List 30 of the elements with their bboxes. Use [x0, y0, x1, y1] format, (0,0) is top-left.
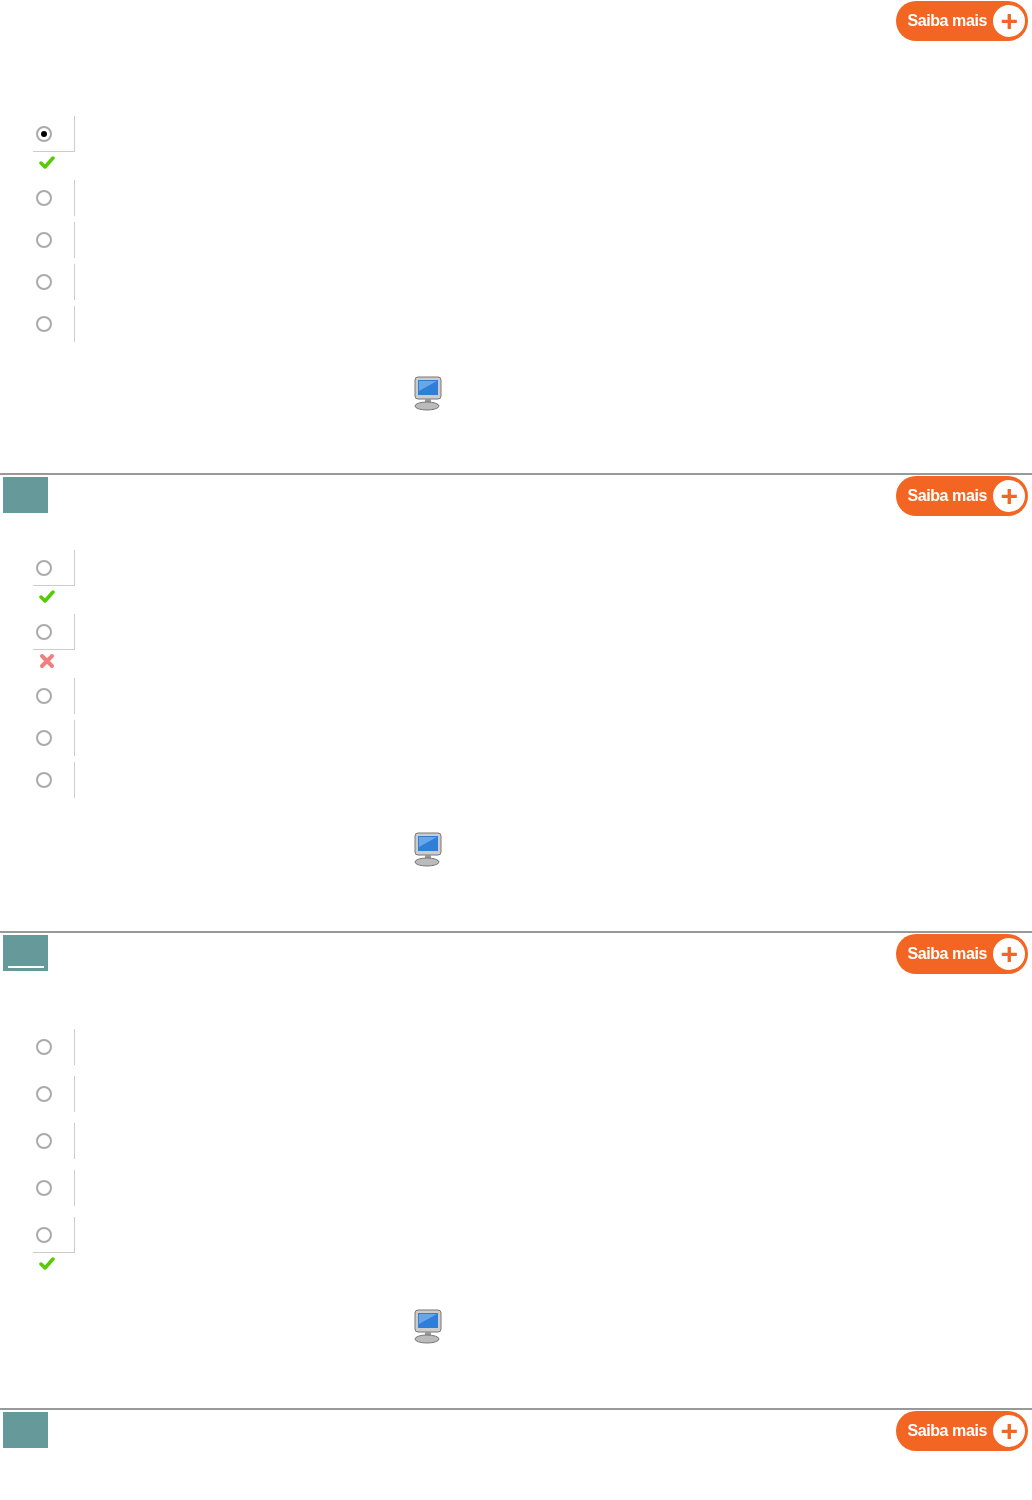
check-icon: [39, 589, 55, 605]
radio-button[interactable]: [36, 559, 52, 576]
plus-icon: +: [993, 1415, 1025, 1447]
radio-button[interactable]: [36, 1039, 52, 1055]
radio-button[interactable]: [36, 232, 52, 248]
radio-button[interactable]: [36, 1226, 52, 1243]
radio-button[interactable]: [36, 1180, 52, 1196]
radio-button[interactable]: [36, 1086, 52, 1102]
plus-icon: +: [993, 480, 1025, 512]
check-icon: [39, 1256, 55, 1272]
section-marker: [3, 477, 48, 513]
radio-button[interactable]: [36, 772, 52, 788]
section-marker: [3, 1412, 48, 1448]
saiba-mais-button[interactable]: Saiba mais +: [896, 476, 1028, 516]
saiba-mais-button[interactable]: Saiba mais +: [896, 1, 1028, 41]
check-icon: [39, 155, 55, 171]
saiba-mais-button[interactable]: Saiba mais +: [896, 1411, 1028, 1451]
section-marker: [3, 935, 48, 971]
radio-button[interactable]: [36, 1133, 52, 1149]
plus-icon: +: [993, 5, 1025, 37]
radio-button[interactable]: [36, 125, 52, 142]
cross-icon: [39, 653, 55, 669]
radio-button[interactable]: [36, 688, 52, 704]
saiba-mais-button[interactable]: Saiba mais +: [896, 934, 1028, 974]
plus-icon: +: [993, 938, 1025, 970]
radio-button[interactable]: [36, 730, 52, 746]
radio-button[interactable]: [36, 274, 52, 290]
radio-button[interactable]: [36, 623, 52, 640]
radio-button[interactable]: [36, 316, 52, 332]
radio-button[interactable]: [36, 190, 52, 206]
